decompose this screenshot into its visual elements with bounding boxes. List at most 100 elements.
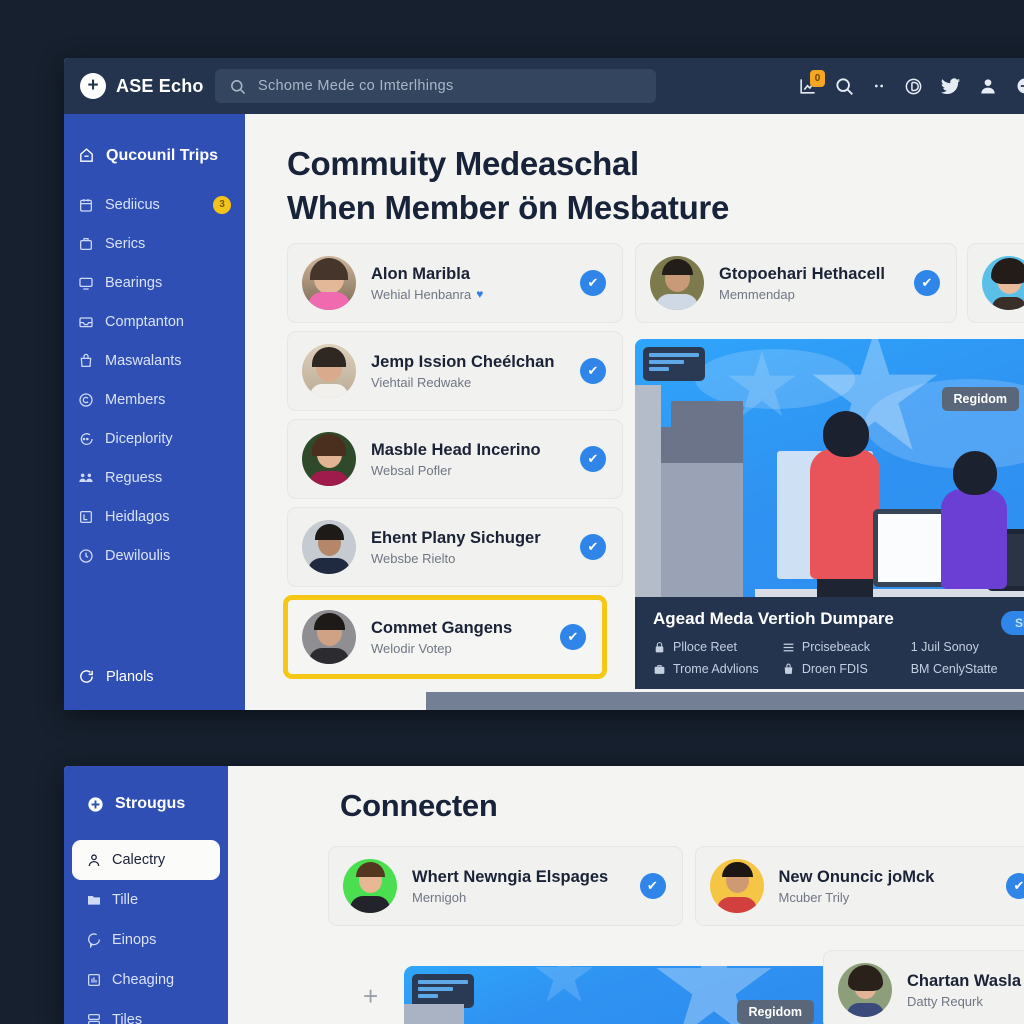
member-card[interactable]: New Onuncic joMck Mcuber Trily ✔ (694, 846, 1024, 926)
building-shape (404, 1004, 464, 1024)
sidebar-item-sediicus[interactable]: Sediicus 3 (64, 185, 245, 224)
footer-row: Prcisebeack (782, 640, 911, 654)
sidebar-item-tiles[interactable]: Tiles (72, 1000, 220, 1024)
verified-check-icon[interactable]: ✔ (639, 873, 666, 899)
avatar (709, 859, 764, 913)
sidebar-item-cheaging[interactable]: Cheaging (72, 960, 220, 1000)
sidebar-item-tille[interactable]: Tille (72, 880, 220, 920)
verified-check-icon[interactable]: ✔ (914, 270, 940, 297)
member-info: Commet Gangens Welodir Votep (371, 619, 545, 656)
bag-icon (80, 353, 92, 367)
inbox-icon (79, 316, 93, 327)
monitor-icon (79, 277, 93, 290)
sidebar-header[interactable]: Qucounil Trips (64, 136, 245, 175)
sidebar-item-label: Tiles (112, 1012, 143, 1024)
bag-icon (784, 663, 793, 674)
sign-button[interactable]: Sign (1001, 611, 1024, 636)
member-subtitle: Wehial Henbanra ♥ (371, 287, 565, 302)
chart-bar-icon (88, 974, 100, 986)
top-bar-icon-group: 0 (798, 69, 1024, 97)
member-info: New Onuncic joMck Mcuber Trily (779, 868, 992, 905)
footer-row-label: Plloce Reet (673, 640, 737, 655)
circle-d-icon[interactable] (904, 77, 923, 96)
plus-circle-icon (88, 796, 103, 812)
sliders-icon (783, 643, 794, 651)
sidebar-item-comptanton[interactable]: Comptanton (64, 302, 245, 341)
verified-check-icon[interactable]: ✔ (560, 624, 586, 651)
region-badge: Regidom (736, 1000, 814, 1024)
sidebar-item-label: Maswalants (105, 352, 182, 369)
avatar (650, 256, 704, 311)
person-standing-head (823, 411, 869, 458)
secondary-sidebar-header-label: Strougus (115, 795, 186, 812)
sidebar-item-members[interactable]: Members (64, 380, 245, 419)
user-profile-icon[interactable] (978, 76, 998, 96)
sidebar-item-maswalants[interactable]: Maswalants (64, 341, 245, 380)
sidebar-item-bearings[interactable]: Bearings (64, 263, 245, 302)
sidebar-item-label: Planols (106, 668, 154, 685)
member-info: Whert Newngia Elspages Mernigoh (412, 868, 625, 905)
sidebar-item-einops[interactable]: Einops (72, 920, 220, 960)
page-title-line1: Commuity Medeaschal (287, 145, 639, 182)
home-icon (80, 148, 93, 162)
verified-check-icon[interactable]: ✔ (580, 270, 606, 297)
plus-circle-icon[interactable] (1015, 76, 1024, 96)
member-name: Commet Gangens (371, 618, 513, 637)
member-info: Gtopoehari Hethacell Memmendap (719, 265, 899, 302)
square-bracket-icon (80, 510, 92, 523)
member-list-left: Alon Maribla Wehial Henbanra ♥ ✔ Jemp Iss (283, 243, 623, 689)
chat-bubble-icon (88, 933, 100, 948)
member-card-partial[interactable] (967, 243, 1024, 324)
user-icon (88, 854, 100, 867)
main-window: + ASE Echo Schome Mede co Imterlhings 0 (64, 58, 1024, 710)
sidebar-item-label: Reguess (105, 469, 163, 486)
member-card-highlighted[interactable]: Commet Gangens Welodir Votep ✔ (283, 595, 607, 680)
sidebar-item-planols[interactable]: Planols (64, 657, 245, 696)
footer-row: 1 Juil Sonoy (911, 640, 1024, 654)
brand-name: ASE Echo (116, 75, 204, 96)
secondary-window: Strougus Calectry Tille Einops Cheaging … (64, 766, 1024, 1024)
verified-check-icon[interactable]: ✔ (1006, 873, 1024, 899)
search-icon[interactable] (834, 76, 854, 96)
sidebar-item-dewiloulis[interactable]: Dewiloulis (64, 536, 245, 575)
member-card-bottom-right[interactable]: Chartan Wasla Sand Datty Requrk (823, 950, 1024, 1024)
member-card[interactable]: Chartan Wasla Sand Datty Requrk (823, 950, 1024, 1024)
main-content-area: Commuity Medeaschal When Member ön Mesba… (245, 114, 1024, 710)
sidebar-item-serics[interactable]: Serics (64, 224, 245, 263)
secondary-sidebar-header[interactable]: Strougus (72, 784, 220, 824)
member-card[interactable]: Jemp Ission Cheélchan Viehtail Redwake ✔ (287, 331, 623, 412)
sidebar-item-heidlagos[interactable]: Heidlagos (64, 497, 245, 536)
secondary-main-content: Connecten Whert Newngia Elspages Mernigo… (228, 766, 1024, 1024)
calendar-icon (80, 198, 92, 212)
twitter-bird-icon[interactable] (940, 76, 961, 97)
member-card[interactable]: Whert Newngia Elspages Mernigoh ✔ (328, 846, 683, 926)
verified-check-icon[interactable]: ✔ (580, 358, 606, 385)
member-info: Ehent Plany Sichuger Websbe Rielto (371, 529, 565, 566)
member-card[interactable]: Masble Head Incerino Websal Pofler ✔ (287, 419, 623, 500)
footer-row-label: Prcisebeack (801, 640, 870, 655)
sidebar-item-label: Sediicus (105, 196, 160, 213)
sidebar-item-label: Tille (112, 892, 139, 908)
sidebar-item-label: Bearings (105, 274, 163, 291)
search-input[interactable]: Schome Mede co Imterlhings (215, 69, 656, 103)
verified-check-icon[interactable]: ✔ (580, 446, 606, 473)
brand-logo[interactable]: + ASE Echo (64, 73, 215, 99)
status-badge: 3 (213, 195, 231, 214)
more-dots-icon[interactable] (871, 78, 887, 94)
member-card[interactable]: Alon Maribla Wehial Henbanra ♥ ✔ (287, 243, 623, 324)
sidebar-item-reguess[interactable]: Reguess (64, 458, 245, 497)
member-name: Masble Head Incerino (371, 440, 541, 459)
horizontal-scrollbar[interactable] (426, 692, 1024, 710)
copyright-icon (79, 392, 93, 407)
sidebar-header-label: Qucounil Trips (106, 146, 219, 164)
sidebar-item-calectry[interactable]: Calectry (72, 840, 220, 880)
verified-check-icon[interactable]: ✔ (580, 534, 606, 561)
person-seated-head (953, 451, 997, 496)
member-card[interactable]: Ehent Plany Sichuger Websbe Rielto ✔ (287, 507, 623, 588)
sidebar-item-diceplority[interactable]: Diceplority (64, 419, 245, 458)
member-name: Alon Maribla (371, 264, 471, 283)
member-card[interactable]: Gtopoehari Hethacell Memmendap ✔ (635, 243, 957, 324)
analytics-chart-icon[interactable]: 0 (798, 69, 825, 96)
avatar (302, 256, 356, 311)
member-subtitle: Memmendap (719, 286, 795, 302)
